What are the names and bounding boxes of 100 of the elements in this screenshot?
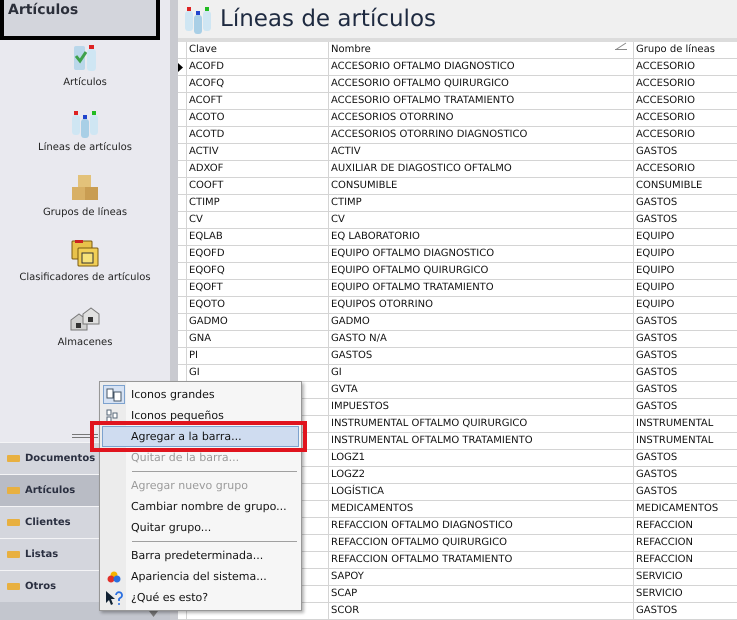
table-cell: SAPOY — [328, 569, 633, 585]
table-cell: CTIMP — [328, 195, 633, 211]
table-cell: SCAP — [328, 586, 633, 602]
page-title: Líneas de artículos — [220, 6, 436, 32]
table-cell: ACCESORIO — [633, 161, 737, 177]
menu-item[interactable]: Iconos grandes — [102, 384, 299, 405]
table-cell: ACCESORIO — [633, 110, 737, 126]
table-cell: EQUIPO OFTALMO TRATAMIENTO — [328, 280, 633, 296]
table-cell: ACCESORIOS OTORRINO DIAGNOSTICO — [328, 127, 633, 143]
table-cell: LOGZ2 — [328, 467, 633, 483]
group-label: Artículos — [25, 485, 76, 496]
table-cell: EQUIPO — [633, 297, 737, 313]
table-cell: INSTRUMENTAL — [633, 416, 737, 432]
table-cell: REFACCION — [633, 518, 737, 534]
shortcut-item[interactable]: Clasificadores de artículos — [19, 272, 151, 283]
table-cell: GASTOS — [633, 144, 737, 160]
table-cell: GASTOS — [633, 212, 737, 228]
table-cell: GNA — [186, 331, 328, 347]
table-cell: EQUIPO OFTALMO QUIRURGICO — [328, 263, 633, 279]
shortcut-item[interactable]: Líneas de artículos — [38, 142, 132, 153]
table-cell: CONSUMIBLE — [633, 178, 737, 194]
table-cell: GASTOS — [633, 603, 737, 619]
shortcut-item[interactable]: Artículos — [63, 77, 107, 88]
table-cell: GASTOS — [328, 348, 633, 364]
table-cell: IMPUESTOS — [328, 399, 633, 415]
table-cell: SCOR — [328, 603, 633, 619]
table-cell: EQUIPO — [633, 246, 737, 262]
table-cell: MEDICAMENTOS — [633, 501, 737, 517]
table-cell: ACCESORIO — [633, 127, 737, 143]
shortcut-item[interactable]: Grupos de líneas — [42, 207, 128, 218]
table-cell: GASTOS — [633, 484, 737, 500]
column-label: Nombre — [331, 43, 371, 57]
table-cell: EQUIPO — [633, 229, 737, 245]
table-cell: ACCESORIO — [633, 93, 737, 109]
table-cell: REFACCION — [633, 535, 737, 551]
table-cell: EQ LABORATORIO — [328, 229, 633, 245]
table-cell: ACCESORIOS OTORRINO — [328, 110, 633, 126]
table-cell: GVTA — [328, 382, 633, 398]
menu-item[interactable]: Agregar a la barra... — [102, 426, 299, 447]
table-cell: REFACCION — [633, 552, 737, 568]
menu-item[interactable]: Iconos pequeños — [102, 405, 299, 426]
table-cell: EQUIPO OFTALMO DIAGNOSTICO — [328, 246, 633, 262]
table-cell: ACOFQ — [186, 76, 328, 92]
table-cell: EQOFQ — [186, 263, 328, 279]
table-cell: EQOTO — [186, 297, 328, 313]
table-cell: GASTOS — [633, 399, 737, 415]
table-cell: REFACCION OFTALMO DIAGNOSTICO — [328, 518, 633, 534]
table-cell: INSTRUMENTAL OFTALMO QUIRURGICO — [328, 416, 633, 432]
table-cell: ACCESORIO OFTALMO QUIRURGICO — [328, 76, 633, 92]
column-header[interactable]: Clave — [186, 42, 328, 58]
table-cell: SERVICIO — [633, 569, 737, 585]
table-cell: AUXILIAR DE DIAGOSTICO OFTALMO — [328, 161, 633, 177]
table-cell: EQOFD — [186, 246, 328, 262]
group-label: Clientes — [25, 517, 71, 528]
column-label: Clave — [189, 43, 217, 57]
table-cell: ACOFD — [186, 59, 328, 75]
table-cell: ACCESORIO — [633, 59, 737, 75]
table-cell: GASTOS — [633, 195, 737, 211]
column-label: Grupo de líneas — [636, 43, 715, 57]
table-cell: ADXOF — [186, 161, 328, 177]
table-cell: ACTIV — [328, 144, 633, 160]
table-cell: CV — [328, 212, 633, 228]
table-cell: ACTIV — [186, 144, 328, 160]
table-cell: GASTOS — [633, 382, 737, 398]
table-cell: GASTOS — [633, 331, 737, 347]
table-cell: MEDICAMENTOS — [328, 501, 633, 517]
table-cell: ACOTO — [186, 110, 328, 126]
table-cell: ACCESORIO — [633, 76, 737, 92]
table-cell: ACCESORIO OFTALMO TRATAMIENTO — [328, 93, 633, 109]
table-cell: INSTRUMENTAL — [633, 433, 737, 449]
table-cell: EQUIPOS OTORRINO — [328, 297, 633, 313]
table-cell: GADMO — [186, 314, 328, 330]
table-cell: CTIMP — [186, 195, 328, 211]
table-cell: EQLAB — [186, 229, 328, 245]
table-cell: ACOTD — [186, 127, 328, 143]
panel-title: Artículos — [0, 0, 160, 40]
shortcut-item[interactable]: Almacenes — [58, 337, 112, 348]
column-header[interactable]: Grupo de líneas — [633, 42, 737, 58]
table-cell: LOGZ1 — [328, 450, 633, 466]
table-cell: GASTOS — [633, 348, 737, 364]
group-label: Listas — [25, 549, 58, 560]
table-cell: INSTRUMENTAL OFTALMO TRATAMIENTO — [328, 433, 633, 449]
column-header[interactable]: Nombre — [328, 42, 633, 58]
table-cell: ACCESORIO OFTALMO DIAGNOSTICO — [328, 59, 633, 75]
table-cell: COOFT — [186, 178, 328, 194]
table-cell: LOGÍSTICA — [328, 484, 633, 500]
table-cell: EQOFT — [186, 280, 328, 296]
table-cell: GASTOS — [633, 314, 737, 330]
table-cell: SERVICIO — [633, 586, 737, 602]
table-cell: EQUIPO — [633, 280, 737, 296]
table-cell: GI — [328, 365, 633, 381]
table-cell: PI — [186, 348, 328, 364]
table-cell: EQUIPO — [633, 263, 737, 279]
table-cell: CV — [186, 212, 328, 228]
table-cell: REFACCION OFTALMO TRATAMIENTO — [328, 552, 633, 568]
table-cell: CONSUMIBLE — [328, 178, 633, 194]
table-cell: GASTOS — [633, 450, 737, 466]
table-cell: REFACCION OFTALMO QUIRURGICO — [328, 535, 633, 551]
table-cell: ACOFT — [186, 93, 328, 109]
group-label: Documentos — [25, 453, 96, 464]
